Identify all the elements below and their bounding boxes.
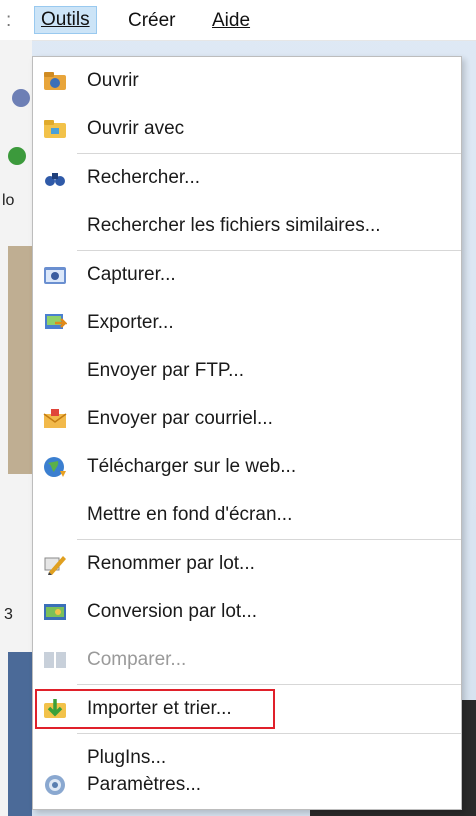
menu-item-exporter[interactable]: Exporter... — [33, 299, 461, 347]
refresh-icon — [8, 147, 26, 165]
tools-menu-popup: Ouvrir Ouvrir avec Rechercher... Recherc… — [32, 56, 462, 810]
envelope-icon — [43, 409, 67, 428]
menu-item-rechercher-similaires[interactable]: Rechercher les fichiers similaires... — [33, 202, 461, 250]
background-panel: lo 3 — [0, 40, 32, 816]
menu-creer[interactable]: Créer — [128, 10, 176, 32]
export-icon — [45, 314, 67, 329]
menu-item-envoyer-courriel[interactable]: Envoyer par courriel... — [33, 395, 461, 443]
menu-item-ouvrir-avec[interactable]: Ouvrir avec — [33, 105, 461, 153]
binoculars-icon — [45, 173, 65, 186]
menu-aide[interactable]: Aide — [212, 10, 250, 32]
menu-item-conversion-lot[interactable]: Conversion par lot... — [33, 588, 461, 636]
camera-icon — [44, 267, 66, 284]
menu-item-envoyer-ftp[interactable]: Envoyer par FTP... — [33, 347, 461, 395]
globe-icon — [44, 457, 66, 477]
background-text: lo — [2, 192, 15, 209]
background-number: 3 — [4, 606, 13, 623]
menu-item-ouvrir[interactable]: Ouvrir — [33, 57, 461, 105]
batch-convert-icon — [44, 604, 66, 620]
menu-outils[interactable]: Outils — [34, 6, 97, 34]
compare-icon — [44, 652, 66, 668]
menu-item-rechercher[interactable]: Rechercher... — [33, 154, 461, 202]
menu-item-telecharger-web[interactable]: Télécharger sur le web... — [33, 443, 461, 491]
pencil-icon — [44, 556, 66, 575]
menu-item-parametres[interactable]: Paramètres... — [33, 761, 461, 809]
menu-bar: : Outils Créer Aide — [0, 0, 476, 41]
thumbnail-2 — [8, 652, 32, 816]
thumbnail — [8, 246, 32, 474]
menu-item-capturer[interactable]: Capturer... — [33, 251, 461, 299]
toolbar-icon — [12, 89, 30, 107]
menu-item-importer-trier[interactable]: Importer et trier... — [33, 685, 461, 733]
menubar-fragment: : — [6, 10, 12, 31]
gear-icon — [45, 775, 65, 795]
import-sort-icon — [44, 699, 66, 718]
menu-item-fond-ecran[interactable]: Mettre en fond d'écran... — [33, 491, 461, 539]
open-folder-icon — [44, 72, 66, 90]
menu-item-comparer: Comparer... — [33, 636, 461, 684]
menu-item-renommer-lot[interactable]: Renommer par lot... — [33, 540, 461, 588]
open-with-folder-icon — [44, 120, 66, 138]
